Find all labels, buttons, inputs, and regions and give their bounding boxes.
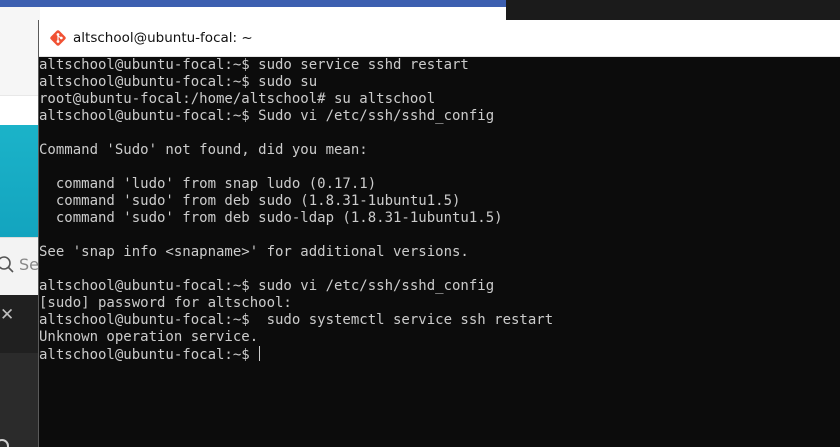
background-dark-panel: [0, 353, 40, 447]
background-window-dark: [506, 0, 840, 20]
terminal-prompt: altschool@ubuntu-focal:~$: [39, 347, 259, 363]
window-title: altschool@ubuntu-focal: ~: [73, 30, 253, 46]
close-icon[interactable]: ✕: [0, 307, 14, 324]
background-window-panel: [0, 95, 40, 126]
terminal-line: [sudo] password for altschool:: [39, 295, 292, 311]
terminal-line: command 'ludo' from snap ludo (0.17.1): [39, 176, 377, 192]
terminal-window[interactable]: altschool@ubuntu-focal: ~ altschool@ubun…: [39, 20, 840, 447]
terminal-line: command 'sudo' from deb sudo (1.8.31-1ub…: [39, 193, 461, 209]
terminal-output[interactable]: altschool@ubuntu-focal:~$ sudo service s…: [39, 57, 840, 447]
background-dark-window: ✕: [0, 295, 40, 447]
background-banner: [0, 125, 40, 237]
terminal-line: root@ubuntu-focal:/home/altschool# su al…: [39, 91, 436, 107]
terminal-line: Command 'Sudo' not found, did you mean:: [39, 142, 368, 158]
background-window-panel: [0, 7, 40, 95]
terminal-prompt-line[interactable]: altschool@ubuntu-focal:~$: [39, 346, 840, 363]
radio-icon[interactable]: [0, 439, 9, 447]
terminal-line: altschool@ubuntu-focal:~$ sudo vi /etc/s…: [39, 278, 495, 294]
search-placeholder: Se: [19, 255, 39, 274]
terminal-line: Unknown operation service.: [39, 329, 259, 345]
terminal-titlebar[interactable]: altschool@ubuntu-focal: ~: [39, 20, 840, 57]
terminal-line: altschool@ubuntu-focal:~$ sudo systemctl…: [39, 312, 554, 328]
terminal-line: altschool@ubuntu-focal:~$ sudo service s…: [39, 57, 469, 73]
git-diamond-icon: [50, 30, 66, 46]
background-search-bar[interactable]: Se: [0, 237, 40, 296]
terminal-line: See 'snap info <snapname>' for additiona…: [39, 244, 469, 260]
terminal-line: command 'sudo' from deb sudo-ldap (1.8.3…: [39, 210, 503, 226]
text-cursor: [259, 346, 261, 361]
background-window-strip: [0, 0, 506, 7]
desktop: Se ✕ altschool@ubuntu-focal: ~ altschool…: [0, 0, 840, 447]
terminal-line: altschool@ubuntu-focal:~$ sudo su: [39, 74, 318, 90]
terminal-line: altschool@ubuntu-focal:~$ Sudo vi /etc/s…: [39, 108, 495, 124]
